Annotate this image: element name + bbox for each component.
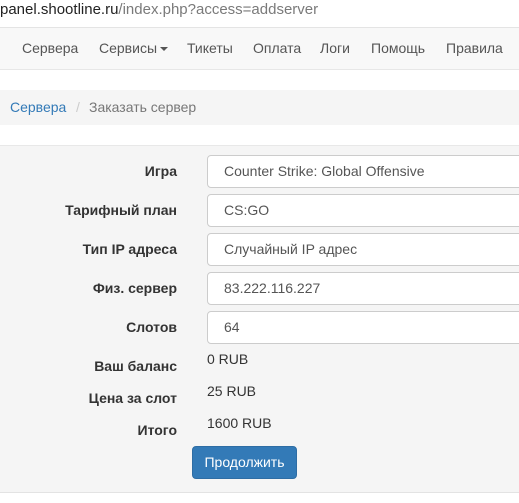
- breadcrumb-current: Заказать сервер: [89, 99, 197, 115]
- server-label: Физ. сервер: [92, 280, 177, 296]
- breadcrumb-link-servers[interactable]: Сервера: [10, 90, 66, 125]
- nav-item-services-label: Сервисы: [99, 40, 158, 56]
- continue-button[interactable]: Продолжить: [192, 446, 297, 479]
- nav-item-logs[interactable]: Логи: [320, 28, 350, 69]
- address-bar[interactable]: panel.shootline.ru/index.php?access=adds…: [0, 0, 519, 22]
- url-host: panel.shootline.ru: [0, 1, 119, 18]
- total-label: Итого: [137, 422, 177, 438]
- game-label: Игра: [144, 163, 177, 179]
- nav-item-payment[interactable]: Оплата: [253, 28, 301, 69]
- slots-label: Слотов: [126, 319, 177, 335]
- total-value: 1600 RUB: [207, 415, 272, 431]
- game-select[interactable]: Counter Strike: Global Offensive: [207, 155, 519, 188]
- ip-type-select[interactable]: Случайный IP адрес: [207, 233, 519, 266]
- url-path: /index.php?access=addserver: [118, 1, 319, 18]
- nav-item-servers[interactable]: Сервера: [22, 28, 78, 69]
- nav-item-help[interactable]: Помощь: [371, 28, 425, 69]
- tariff-label: Тарифный план: [65, 202, 177, 218]
- top-navbar: Сервера Сервисы Тикеты Оплата Логи Помощ…: [0, 27, 519, 70]
- breadcrumb-separator: /: [76, 99, 80, 115]
- balance-value: 0 RUB: [207, 351, 249, 367]
- url-text[interactable]: panel.shootline.ru/index.php?access=adds…: [0, 0, 318, 19]
- chevron-down-icon: [160, 47, 169, 52]
- nav-item-services[interactable]: Сервисы: [99, 28, 169, 69]
- slots-input[interactable]: 64: [207, 311, 519, 344]
- ip-type-label: Тип IP адреса: [82, 241, 177, 257]
- nav-item-tickets[interactable]: Тикеты: [187, 28, 233, 69]
- tariff-select[interactable]: CS:GO: [207, 194, 519, 227]
- balance-label: Ваш баланс: [94, 358, 177, 374]
- price-per-slot-label: Цена за слот: [88, 390, 177, 406]
- price-per-slot-value: 25 RUB: [207, 383, 257, 399]
- nav-item-rules[interactable]: Правила: [446, 28, 503, 69]
- server-select[interactable]: 83.222.116.227: [207, 272, 519, 305]
- breadcrumb: Сервера / Заказать сервер: [0, 90, 519, 125]
